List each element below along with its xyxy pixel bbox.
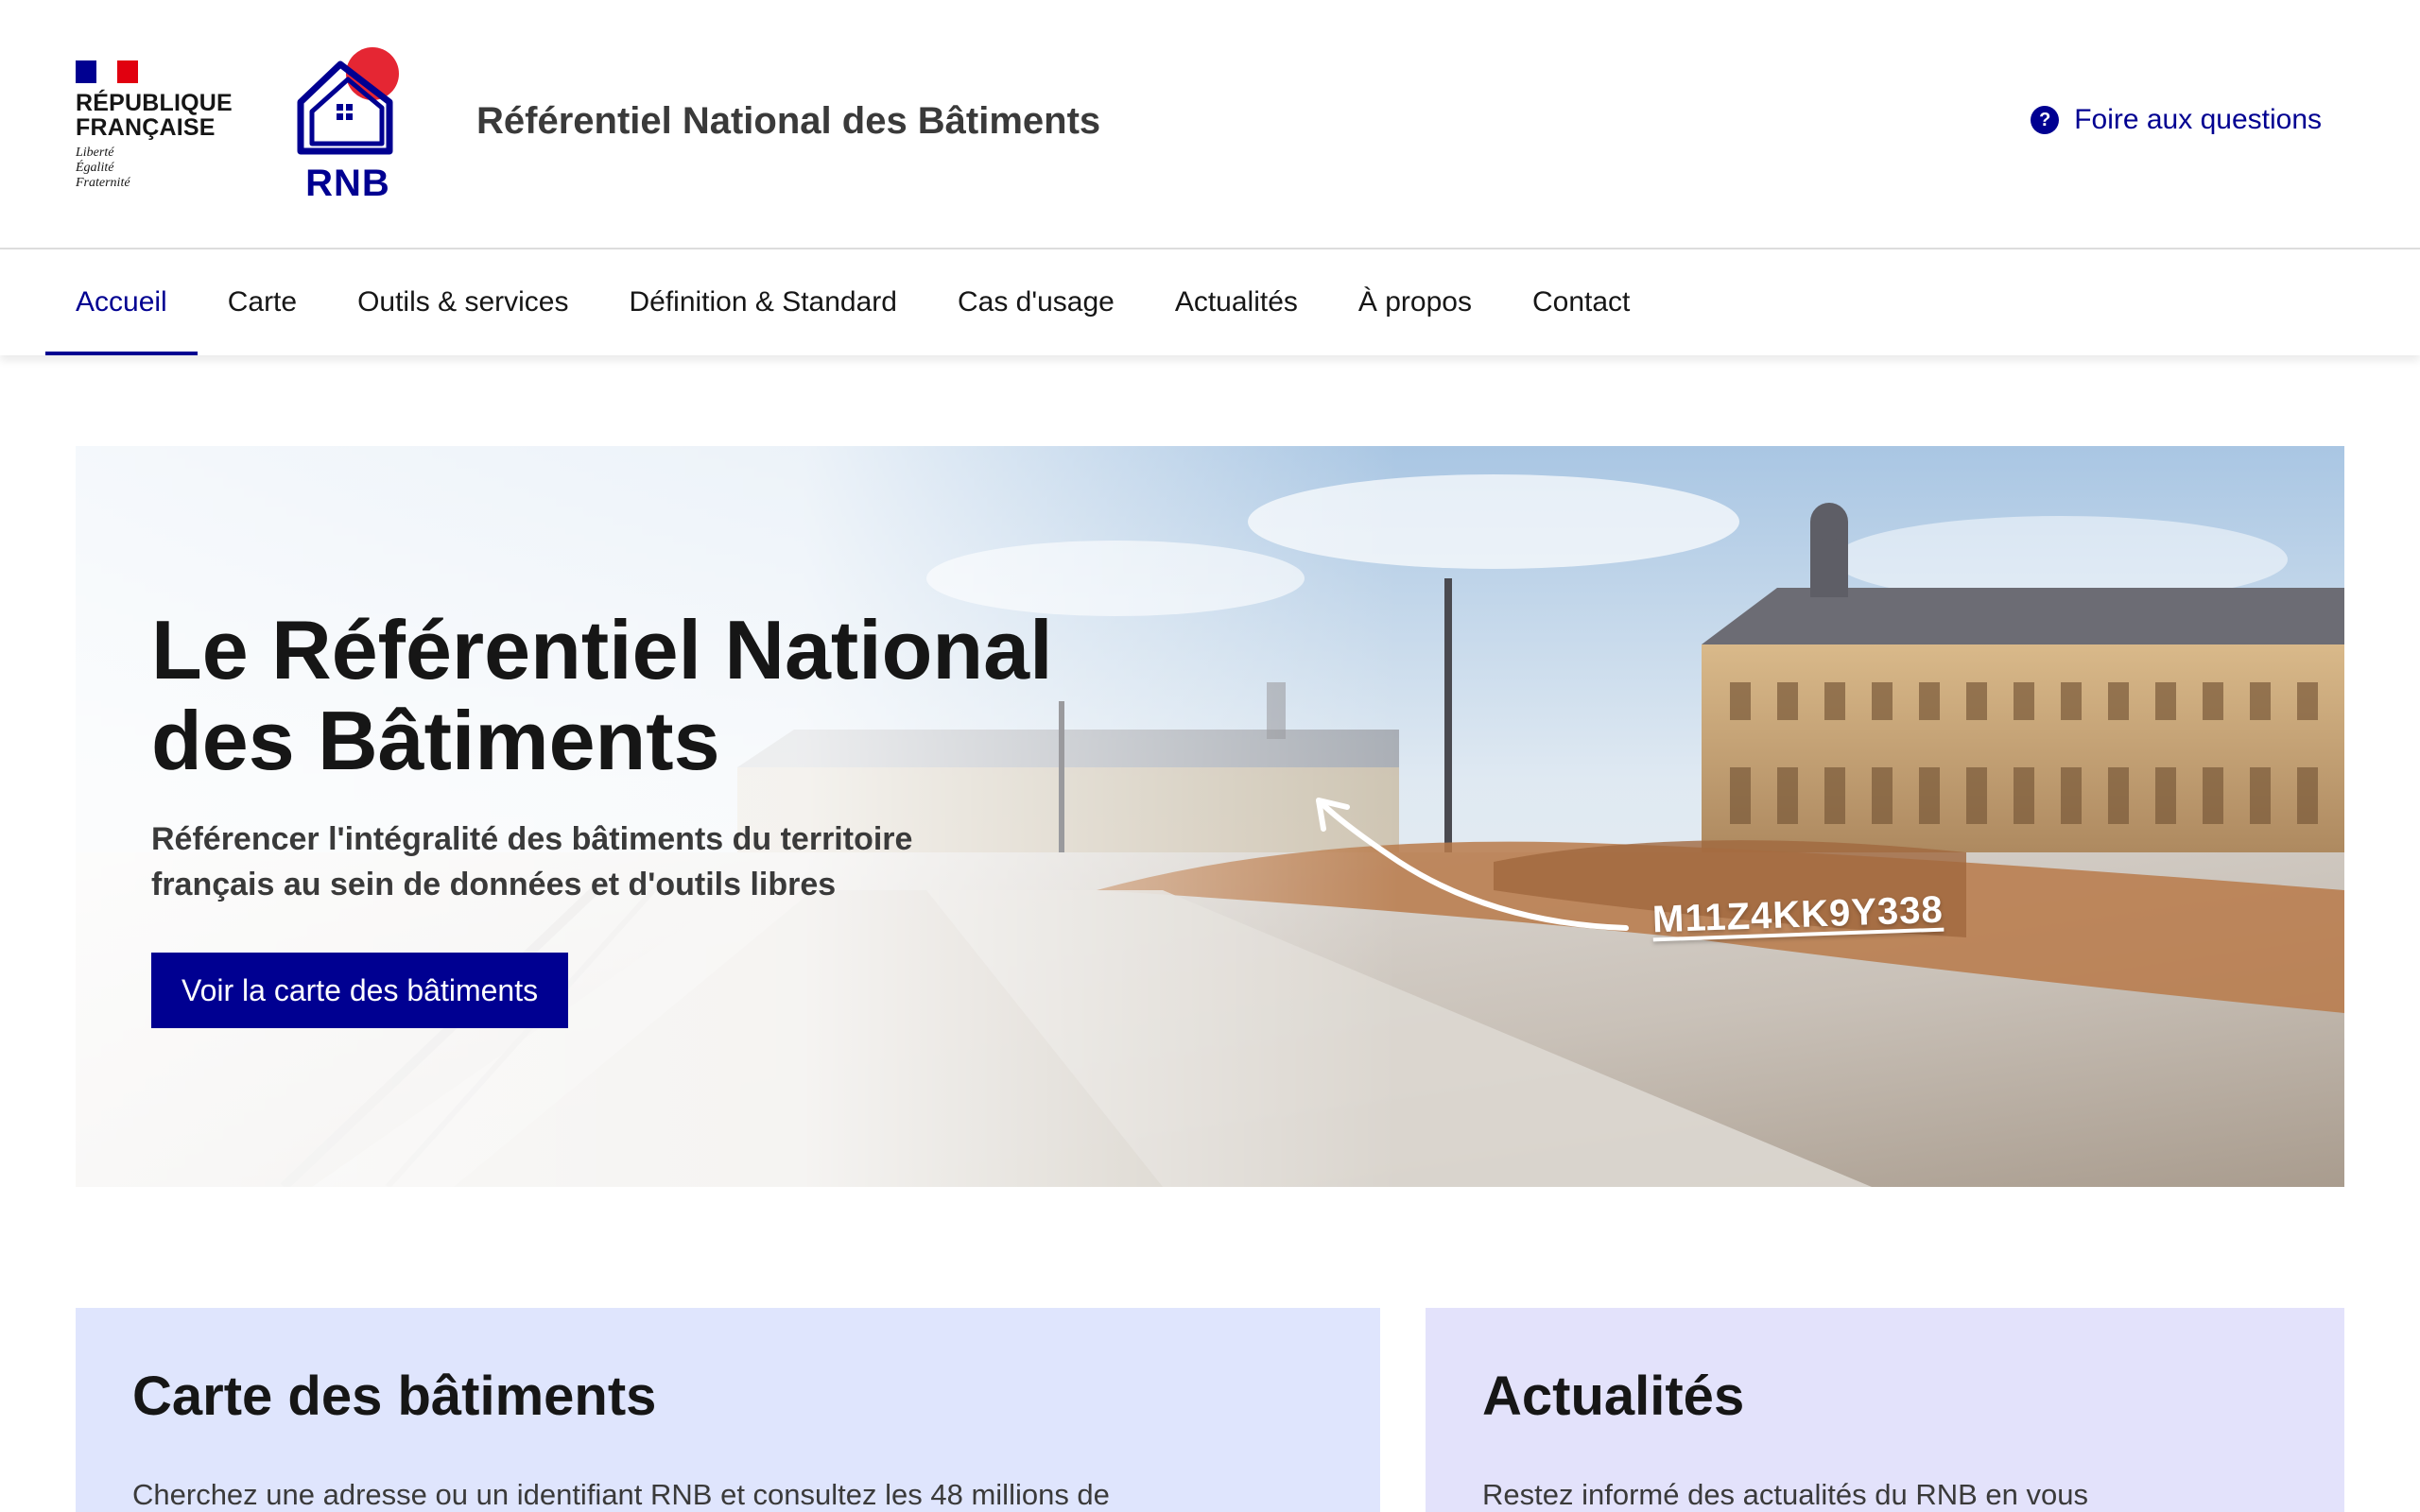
site-title[interactable]: Référentiel National des Bâtiments [476,100,1100,143]
nav-item-a-propos[interactable]: À propos [1328,249,1502,355]
view-map-button[interactable]: Voir la carte des bâtiments [151,953,569,1028]
marianne-flag-icon [76,60,138,83]
republique-motto: Liberté Égalité Fraternité [76,146,227,191]
nav-item-contact[interactable]: Contact [1502,249,1660,355]
rnb-house-icon [297,47,399,155]
main-navigation: Accueil Carte Outils & services Définiti… [0,249,2420,355]
hero-subtitle: Référencer l'intégralité des bâtiments d… [151,816,1097,907]
hero-title: Le Référentiel National des Bâtiments [151,605,1191,786]
republique-francaise-logo[interactable]: RÉPUBLIQUE FRANÇAISE Liberté Égalité Fra… [76,60,233,191]
rnb-logo[interactable]: RNB [291,45,405,206]
site-header: RÉPUBLIQUE FRANÇAISE Liberté Égalité Fra… [0,0,2420,249]
map-card[interactable]: Carte des bâtiments Cherchez une adresse… [76,1308,1380,1512]
hero-subtitle-line1: Référencer l'intégralité des bâtiments d… [151,821,913,857]
news-card-title: Actualités [1482,1366,1745,1427]
news-card[interactable]: Actualités Restez informé des actualités… [1426,1308,2344,1512]
republique-name-line1: RÉPUBLIQUE [76,90,233,116]
nav-item-accueil[interactable]: Accueil [45,249,198,355]
nav-item-definition-standard[interactable]: Définition & Standard [598,249,927,355]
map-card-text: Cherchez une adresse ou un identifiant R… [132,1478,1110,1511]
hero-title-line1: Le Référentiel National [151,603,1053,696]
hero-subtitle-line2: français au sein de données et d'outils … [151,867,837,902]
hero-banner: Le Référentiel National des Bâtiments Ré… [76,446,2344,1187]
map-card-title: Carte des bâtiments [132,1366,657,1427]
motto-liberte: Liberté [76,146,114,160]
nav-item-outils-services[interactable]: Outils & services [327,249,598,355]
hero-title-line2: des Bâtiments [151,694,720,787]
news-card-text: Restez informé des actualités du RNB en … [1482,1478,2088,1511]
faq-label: Foire aux questions [2074,104,2322,135]
rnb-logo-text: RNB [305,163,390,204]
nav-item-carte[interactable]: Carte [198,249,327,355]
motto-egalite: Égalité [76,161,114,175]
republique-name-line2: FRANÇAISE [76,114,216,141]
nav-item-actualites[interactable]: Actualités [1145,249,1328,355]
nav-item-cas-usage[interactable]: Cas d'usage [927,249,1145,355]
question-circle-icon: ? [2031,106,2060,134]
faq-link[interactable]: ? Foire aux questions [2031,104,2322,136]
motto-fraternite: Fraternité [76,176,130,190]
